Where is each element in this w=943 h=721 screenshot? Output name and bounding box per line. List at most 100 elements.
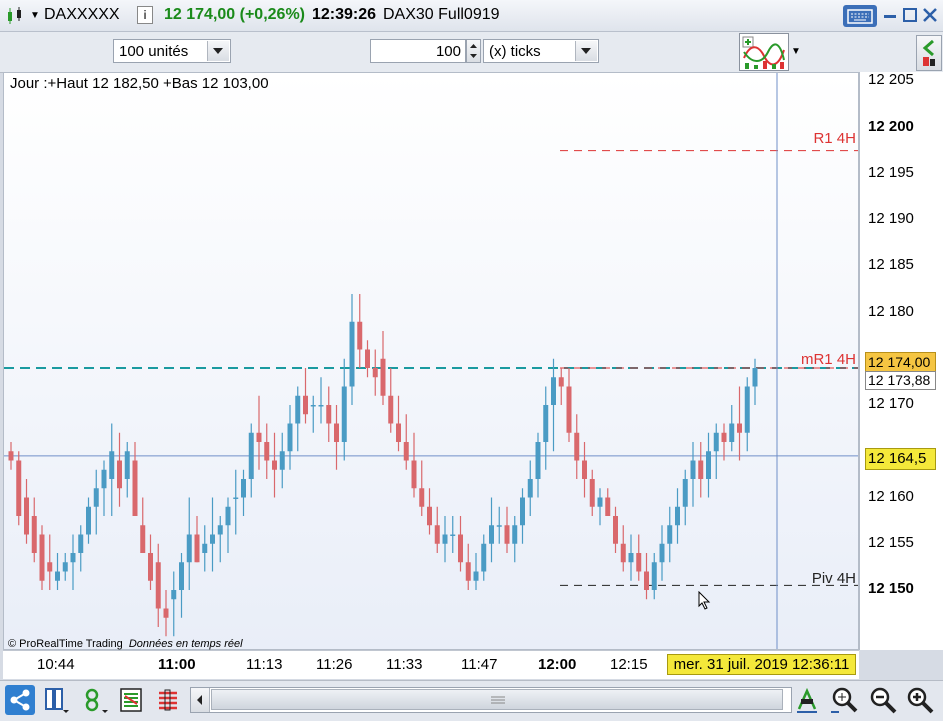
- time-tick-label: 11:33: [386, 656, 423, 673]
- chart-layout-icon[interactable]: [43, 686, 71, 716]
- candle-body: [70, 553, 76, 563]
- candle-body: [729, 423, 735, 442]
- candle-body: [310, 405, 316, 407]
- candle-body: [287, 423, 293, 452]
- time-tick-label: 12:00: [538, 656, 577, 673]
- mouse-cursor-icon: [698, 591, 711, 610]
- maximize-icon[interactable]: [903, 8, 917, 22]
- scroll-thumb[interactable]: [211, 689, 783, 710]
- time-tick-label: 11:47: [461, 656, 498, 673]
- clock-time: 12:39:26: [312, 6, 377, 23]
- candle-body: [535, 442, 541, 479]
- candle-body: [574, 432, 580, 461]
- order-list-icon[interactable]: [119, 687, 143, 713]
- zoom-out-icon[interactable]: [868, 685, 898, 715]
- candle-body: [225, 506, 231, 526]
- symbol-label[interactable]: DAXXXXX: [44, 6, 120, 24]
- candle-body: [55, 571, 60, 581]
- share-icon[interactable]: [5, 685, 35, 715]
- candle-body: [132, 460, 138, 516]
- level-label-piv: Piv 4H: [811, 570, 856, 587]
- time-scrollbar[interactable]: [190, 687, 792, 713]
- chevron-down-icon[interactable]: [207, 41, 229, 61]
- candle-body: [202, 543, 208, 553]
- positions-icon[interactable]: [156, 687, 180, 713]
- cursor-price-badge: 12 164,5: [865, 448, 936, 470]
- chevron-down-icon[interactable]: [575, 41, 597, 61]
- ticks-unit-select[interactable]: (x) ticks: [483, 39, 599, 63]
- candle-body: [706, 451, 711, 479]
- candlestick-icon[interactable]: [6, 7, 24, 25]
- time-tick-label: 11:00: [158, 656, 196, 673]
- candle-body: [217, 525, 223, 535]
- candle-body: [434, 525, 440, 544]
- zoom-fit-icon[interactable]: [829, 685, 859, 715]
- candle-body: [8, 451, 14, 461]
- candle-body: [403, 442, 409, 461]
- level-label-mr1: mR1 4H: [800, 351, 856, 368]
- candle-body: [171, 590, 177, 600]
- auto-scale-icon[interactable]: [795, 687, 819, 715]
- level-label-r1: R1 4H: [813, 130, 856, 147]
- candle-body: [264, 442, 270, 461]
- title-bar: ▼ DAXXXXX i 12 174,00 (+0,26%) 12:39:26 …: [0, 0, 943, 32]
- price-tick-label: 12 190: [868, 210, 914, 227]
- candle-body: [690, 460, 696, 479]
- candle-body: [450, 534, 456, 536]
- candle-body: [124, 451, 130, 479]
- chart-toolbar: 100 unités 100 (x) ticks ▼: [0, 32, 943, 73]
- zoom-in-icon[interactable]: [905, 685, 937, 715]
- time-tick-label: 11:26: [316, 656, 353, 673]
- time-axis[interactable]: 10:44 11:00 11:13 11:26 11:33 11:47 12:00 12:15…: [3, 650, 859, 679]
- candle-body: [737, 423, 742, 433]
- price-tick-label: 12 200: [868, 117, 914, 135]
- candle-body: [62, 562, 68, 572]
- candle-body: [78, 534, 84, 553]
- candlestick-plot[interactable]: [4, 73, 858, 649]
- link-icon[interactable]: [82, 686, 110, 716]
- price-chart[interactable]: Jour :+Haut 12 182,50 +Bas 12 103,00 R1 …: [3, 72, 859, 650]
- candle-body: [698, 460, 704, 479]
- ticks-stepper[interactable]: [466, 39, 481, 63]
- candle-body: [241, 479, 246, 498]
- side-panel-toggle-icon[interactable]: [916, 35, 942, 71]
- candle-body: [520, 497, 525, 526]
- candle-body: [620, 543, 626, 563]
- info-icon[interactable]: i: [137, 6, 153, 24]
- candle-body: [210, 534, 215, 544]
- candle-body: [303, 395, 308, 415]
- indicator-icon[interactable]: [739, 33, 789, 71]
- candle-body: [117, 460, 122, 489]
- keyboard-icon[interactable]: [843, 5, 877, 27]
- candle-body: [380, 358, 386, 396]
- candle-body: [155, 562, 161, 609]
- ticks-value-input[interactable]: 100: [370, 39, 466, 63]
- symbol-dropdown-arrow[interactable]: ▼: [30, 10, 40, 21]
- candle-body: [101, 469, 107, 489]
- close-icon[interactable]: [922, 7, 938, 23]
- minimize-icon[interactable]: [884, 15, 896, 18]
- candle-body: [713, 432, 719, 452]
- candle-body: [31, 516, 37, 553]
- price-tick-label: 12 150: [868, 580, 914, 597]
- quantity-units-select[interactable]: 100 unités: [113, 39, 231, 63]
- candle-body: [427, 506, 432, 526]
- candle-body: [551, 377, 556, 405]
- candle-body: [411, 460, 417, 489]
- candle-body: [365, 349, 370, 368]
- candle-body: [512, 525, 518, 544]
- candle-body: [326, 405, 332, 424]
- candle-body: [682, 479, 688, 507]
- indicator-dropdown-arrow[interactable]: ▼: [791, 46, 801, 57]
- candle-body: [93, 488, 99, 507]
- candle-body: [318, 405, 324, 407]
- candle-body: [628, 553, 634, 563]
- scroll-left-icon[interactable]: [191, 688, 210, 712]
- candle-body: [752, 368, 758, 387]
- candle-body: [458, 534, 463, 563]
- price-tick-label: 12 180: [868, 302, 914, 320]
- price-tick-label: 12 160: [868, 487, 914, 505]
- price-axis[interactable]: 12 205 12 200 12 195 12 190 12 185 12 180 12 1…: [859, 71, 943, 650]
- candle-body: [675, 506, 680, 526]
- candle-body: [582, 460, 587, 479]
